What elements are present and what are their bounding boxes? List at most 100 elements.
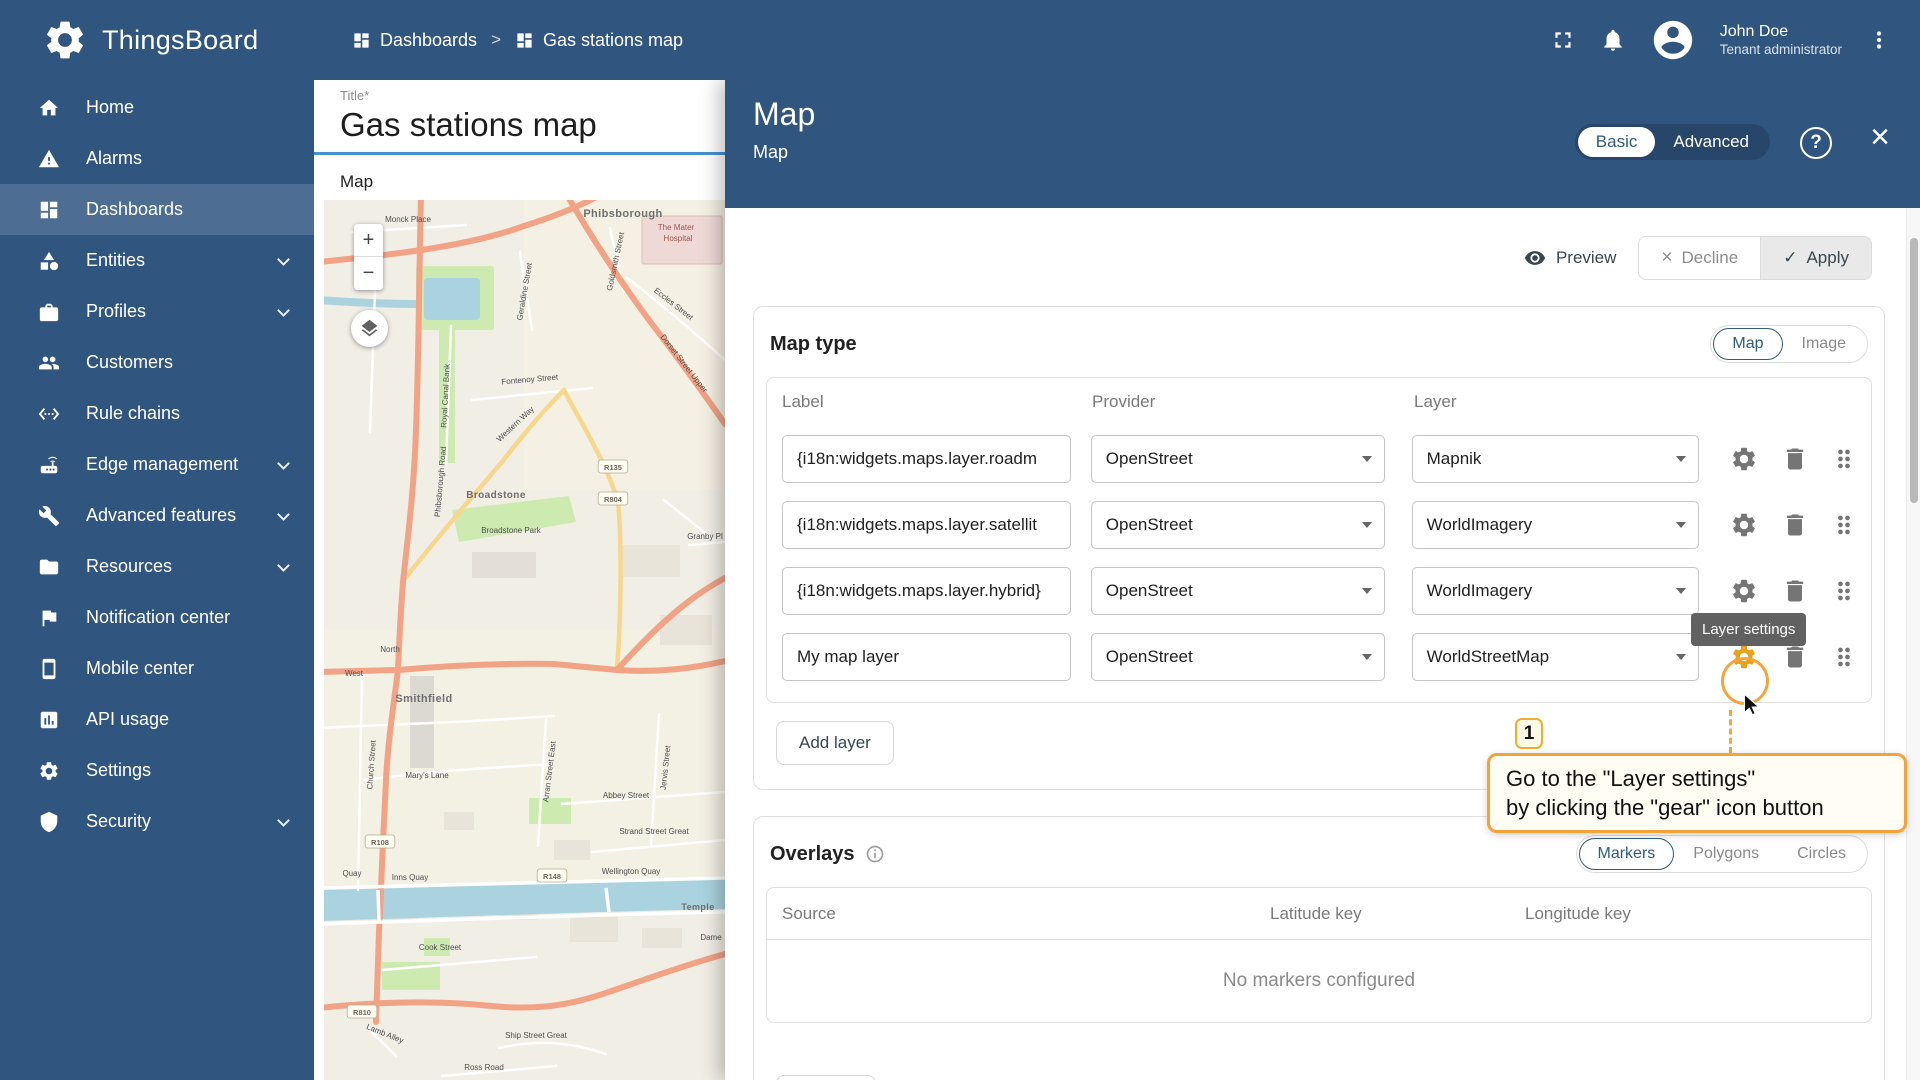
toggle-image[interactable]: Image [1783,328,1865,360]
provider-select[interactable]: OpenStreet [1091,501,1385,549]
fullscreen-button[interactable] [1550,27,1576,53]
drag-indicator-icon [1830,577,1858,605]
user-name: John Doe [1720,22,1842,42]
gear-icon [1730,445,1758,473]
title-field-label: Title* [340,88,369,103]
add-layer-button[interactable]: Add layer [776,721,894,765]
sidebar-item-profiles[interactable]: Profiles [0,286,314,337]
shield-icon [38,811,60,833]
toggle-map[interactable]: Map [1713,328,1782,360]
svg-text:Ross Road: Ross Road [464,1063,504,1072]
add-marker-button[interactable] [776,1075,876,1080]
dropdown-arrow-icon [1362,522,1372,528]
sidebar-item-notification-center[interactable]: Notification center [0,592,314,643]
sidebar-item-security[interactable]: Security [0,796,314,847]
sidebar-item-advanced-features[interactable]: Advanced features [0,490,314,541]
user-role: Tenant administrator [1720,42,1842,59]
drag-handle[interactable] [1824,571,1864,611]
sidebar-item-settings[interactable]: Settings [0,745,314,796]
trash-icon [1781,643,1809,671]
layer-select[interactable]: Mapnik [1412,435,1699,483]
layer-select[interactable]: WorldImagery [1412,501,1699,549]
delete-layer-button[interactable] [1775,439,1815,479]
provider-select[interactable]: OpenStreet [1091,633,1385,681]
layer-label-field[interactable] [782,501,1071,549]
annotation-step-badge: 1 [1515,718,1543,749]
dashboard-title-field[interactable]: Title* Gas stations map [314,80,725,155]
layer-select[interactable]: WorldStreetMap [1412,633,1699,681]
preview-button[interactable]: Preview [1524,247,1616,269]
provider-select[interactable]: OpenStreet [1091,435,1385,483]
provider-select[interactable]: OpenStreet [1091,567,1385,615]
decline-button[interactable]: × Decline [1639,237,1760,279]
svg-text:Granby Pl: Granby Pl [687,532,723,541]
sidebar-item-dashboards[interactable]: Dashboards [0,184,314,235]
layer-settings-button[interactable] [1725,505,1765,545]
gear-icon [1730,577,1758,605]
toggle-markers[interactable]: Markers [1579,838,1675,870]
delete-layer-button[interactable] [1775,571,1815,611]
drag-handle[interactable] [1824,505,1864,545]
thingsboard-logo-icon [42,17,88,63]
sidebar-item-customers[interactable]: Customers [0,337,314,388]
sidebar-item-alarms[interactable]: Alarms [0,133,314,184]
breadcrumb-dashboards[interactable]: Dashboards [352,30,477,51]
map-layers-button[interactable] [351,310,388,347]
zoom-out-button[interactable]: − [354,257,383,290]
sidebar-item-edge-management[interactable]: Edge management [0,439,314,490]
dropdown-arrow-icon [1676,522,1686,528]
settings-subtitle: Map [753,142,788,163]
scrollbar-thumb[interactable] [1910,238,1918,503]
sidebar-item-mobile-center[interactable]: Mobile center [0,643,314,694]
sidebar-item-resources[interactable]: Resources [0,541,314,592]
top-bar: ThingsBoard Dashboards > Gas stations ma… [0,0,1920,80]
drag-handle[interactable] [1824,637,1864,677]
drag-handle[interactable] [1824,439,1864,479]
delete-layer-button[interactable] [1775,505,1815,545]
layer-label-field[interactable] [782,567,1071,615]
brand[interactable]: ThingsBoard [42,17,258,63]
svg-text:Temple: Temple [681,902,714,912]
table-header: Label Provider Layer [767,378,1871,426]
close-icon[interactable]: × [1870,120,1890,154]
drag-indicator-icon [1830,511,1858,539]
sidebar-item-home[interactable]: Home [0,82,314,133]
svg-text:Strand Street Great: Strand Street Great [619,827,689,836]
mode-advanced[interactable]: Advanced [1655,127,1767,157]
svg-text:Abbey Street: Abbey Street [603,791,650,800]
cursor-icon [1739,692,1765,718]
map-widget[interactable]: PhibsboroughThe MaterHospitalMonck Place… [324,200,725,1080]
svg-text:R135: R135 [604,463,622,472]
mode-basic[interactable]: Basic [1578,127,1656,157]
toggle-circles[interactable]: Circles [1778,838,1865,870]
layer-label-field[interactable] [782,435,1071,483]
customers-icon [38,352,60,374]
edge-router-icon [38,454,60,476]
sidebar-item-api-usage[interactable]: API usage [0,694,314,745]
layer-label-field[interactable] [782,633,1071,681]
breadcrumb-current[interactable]: Gas stations map [515,30,683,51]
title-field-value: Gas stations map [340,106,597,144]
eye-icon [1524,247,1546,269]
entities-icon [38,250,60,272]
scrollbar[interactable] [1906,208,1920,1080]
settings-title: Map [753,96,815,133]
apply-button[interactable]: ✓ Apply [1760,237,1871,279]
svg-text:The Mater: The Mater [658,223,695,232]
svg-text:Phibsborough: Phibsborough [583,208,662,220]
sidebar-item-entities[interactable]: Entities [0,235,314,286]
more-menu-button[interactable] [1866,27,1892,53]
zoom-in-button[interactable]: + [354,224,383,257]
dashboard-editor: Title* Gas stations map Map [314,80,725,1080]
sidebar-item-rule-chains[interactable]: Rule chains [0,388,314,439]
toggle-polygons[interactable]: Polygons [1674,838,1778,870]
svg-text:Monck Place: Monck Place [385,215,431,224]
avatar[interactable] [1650,17,1696,63]
layer-settings-button[interactable] [1725,439,1765,479]
dashboard-icon [515,31,534,50]
notifications-button[interactable] [1600,27,1626,53]
help-button[interactable]: ? [1800,127,1832,159]
layer-settings-button[interactable] [1725,571,1765,611]
layer-select[interactable]: WorldImagery [1412,567,1699,615]
dropdown-arrow-icon [1676,456,1686,462]
